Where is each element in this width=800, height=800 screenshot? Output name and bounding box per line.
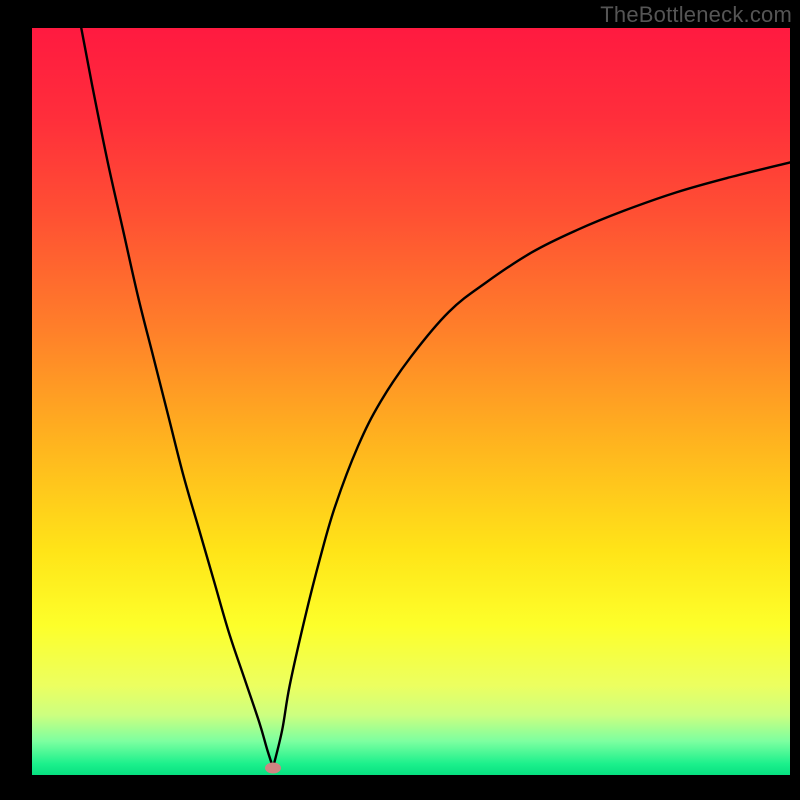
bottleneck-chart bbox=[0, 0, 800, 800]
optimum-marker bbox=[265, 762, 281, 773]
chart-frame: TheBottleneck.com bbox=[0, 0, 800, 800]
watermark-text: TheBottleneck.com bbox=[600, 2, 792, 28]
plot-background bbox=[32, 28, 790, 775]
